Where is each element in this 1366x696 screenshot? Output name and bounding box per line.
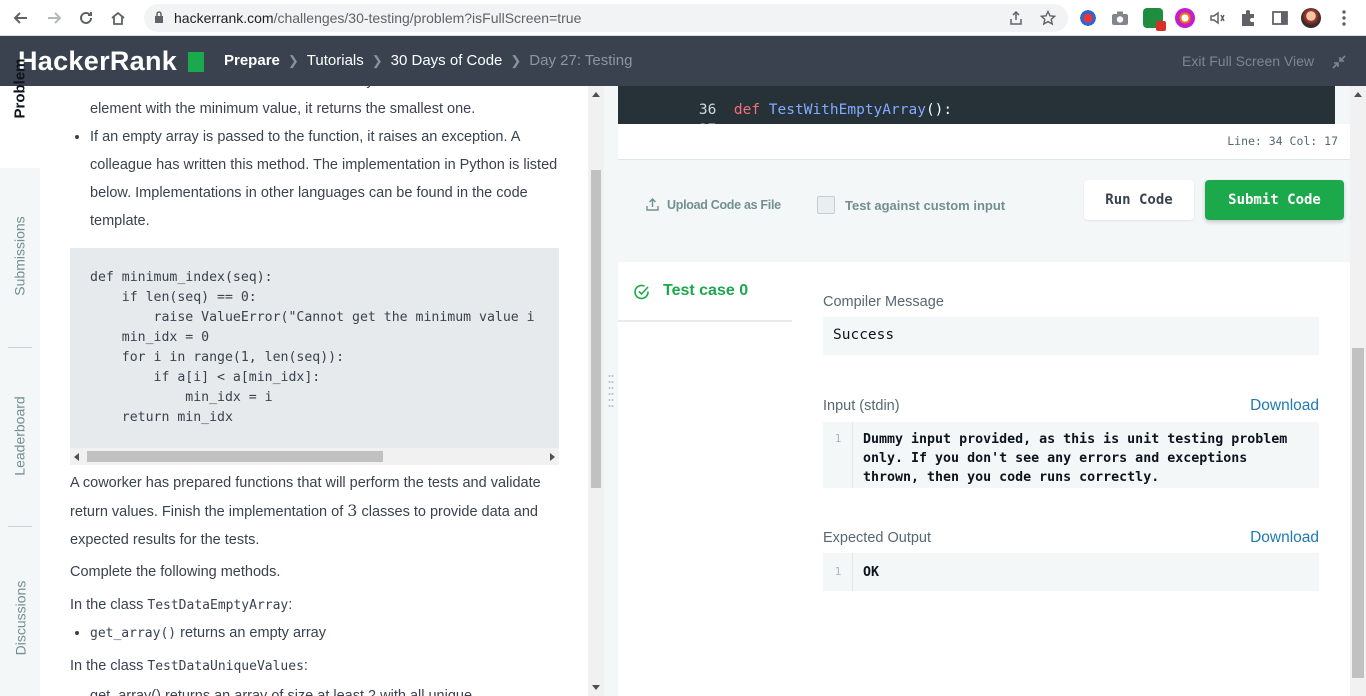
site-header: HackerRank Prepare ❯ Tutorials ❯ 30 Days…	[0, 36, 1366, 86]
bookmark-star-icon[interactable]	[1039, 9, 1057, 26]
camera-extension-icon[interactable]	[1110, 8, 1130, 28]
input-title: Input (stdin)	[823, 398, 900, 414]
tab-discussions[interactable]: Discussions	[0, 578, 40, 658]
tab-problem[interactable]: Problem	[0, 48, 40, 128]
cursor-position: Line: 34 Col: 17	[1227, 134, 1338, 148]
collapse-icon[interactable]	[1331, 54, 1347, 70]
more-menu-icon[interactable]	[1334, 8, 1354, 28]
back-icon[interactable]	[9, 6, 33, 30]
crumb-current: Day 27: Testing	[529, 52, 633, 69]
upload-icon[interactable]	[646, 198, 659, 211]
side-panel-icon[interactable]	[1270, 8, 1290, 28]
exit-fullscreen-link[interactable]: Exit Full Screen View	[1182, 53, 1314, 69]
results-scrollbar[interactable]	[1350, 86, 1366, 696]
line-number: 1	[834, 565, 842, 578]
input-text: Dummy input provided, as this is unit te…	[863, 432, 1288, 485]
scroll-up-icon[interactable]	[592, 92, 600, 97]
submit-code-button[interactable]: Submit Code	[1205, 180, 1344, 220]
editor-line[interactable]: 37 try:	[618, 106, 804, 124]
expected-output-box: 1 OK	[823, 553, 1319, 591]
extension-icon[interactable]	[1078, 8, 1098, 28]
crumb-30-days[interactable]: 30 Days of Code	[391, 52, 503, 69]
problem-statement: element with the minimum value in the ar…	[40, 86, 588, 696]
crumb-prepare[interactable]: Prepare	[224, 52, 280, 69]
scroll-left-icon[interactable]	[74, 453, 79, 461]
compiler-message-box: Success	[823, 317, 1319, 355]
divider	[8, 526, 32, 527]
scrollbar-thumb[interactable]	[591, 170, 601, 488]
horizontal-scrollbar[interactable]	[70, 448, 559, 465]
reload-icon[interactable]	[74, 6, 98, 30]
problem-scrollbar[interactable]	[588, 86, 604, 696]
url-text: hackerrank.com/challenges/30-testing/pro…	[174, 10, 582, 26]
line-number: 1	[834, 432, 842, 445]
breadcrumb: Prepare ❯ Tutorials ❯ 30 Days of Code ❯ …	[224, 52, 632, 69]
check-circle-icon	[634, 284, 649, 300]
side-tabs: Problem Submissions Leaderboard Discussi…	[0, 58, 40, 696]
drag-handle-icon[interactable]	[608, 374, 614, 408]
editor-line[interactable]: 36 def TestWithEmptyArray():	[618, 86, 952, 118]
bullet-get-array-empty: get_array() returns an empty array	[90, 619, 560, 648]
chevron-right-icon: ❯	[287, 52, 299, 68]
chevron-right-icon: ❯	[371, 52, 383, 68]
expected-output-text: OK	[863, 565, 880, 580]
bullet-empty-array: If an empty array is passed to the funct…	[90, 123, 560, 235]
scroll-up-icon[interactable]	[1354, 92, 1362, 97]
compiler-message-text: Success	[833, 327, 895, 343]
cut-top-line: element with the minimum value in the ar…	[90, 86, 570, 95]
custom-input-label[interactable]: Test against custom input	[845, 198, 1005, 213]
run-code-button[interactable]: Run Code	[1084, 180, 1194, 220]
cut-bottom-line: get_array() returns an array of size at …	[90, 688, 473, 696]
test-case-label: Test case 0	[663, 282, 749, 299]
scrollbar-thumb[interactable]	[1352, 348, 1364, 678]
expected-output-title: Expected Output	[823, 530, 932, 546]
code-snippet: def minimum_index(seq): if len(seq) == 0…	[70, 248, 559, 465]
audio-extension-icon[interactable]	[1207, 8, 1227, 28]
lock-icon	[155, 11, 163, 23]
code-text: def minimum_index(seq): if len(seq) == 0…	[90, 270, 535, 425]
upload-code-button[interactable]: Upload Code as File	[667, 198, 781, 212]
input-download-link[interactable]: Download	[1250, 397, 1319, 415]
paragraph-coworker: A coworker has prepared functions that w…	[70, 475, 541, 548]
tab-test-case-0[interactable]: Test case 0	[618, 262, 792, 322]
browser-toolbar: hackerrank.com/challenges/30-testing/pro…	[0, 0, 1366, 36]
logo-mark	[188, 52, 204, 72]
puzzle-extensions-icon[interactable]	[1238, 8, 1258, 28]
code-editor[interactable]: 36 def TestWithEmptyArray(): 37 try:	[618, 86, 1335, 124]
scrollbar-thumb[interactable]	[87, 451, 383, 462]
crumb-tutorials[interactable]: Tutorials	[307, 52, 364, 69]
divider	[8, 347, 32, 348]
problem-pane: Problem Submissions Leaderboard Discussi…	[0, 58, 604, 696]
home-icon[interactable]	[106, 6, 130, 30]
share-icon[interactable]	[1008, 10, 1024, 26]
green-extension-icon[interactable]	[1143, 8, 1166, 31]
input-box: 1 Dummy input provided, as this is unit …	[823, 422, 1319, 488]
paragraph-class-empty: In the class TestDataEmptyArray:	[70, 597, 293, 613]
results-panel: Test case 0 Compiler Message Success Inp…	[618, 262, 1350, 696]
scroll-down-icon[interactable]	[592, 685, 600, 690]
hackerrank-logo[interactable]: HackerRank	[18, 46, 177, 77]
editor-status-bar: Line: 34 Col: 17	[618, 124, 1350, 160]
tab-leaderboard[interactable]: Leaderboard	[0, 396, 40, 476]
pane-splitter[interactable]	[604, 86, 618, 696]
custom-input-checkbox[interactable]	[817, 196, 835, 214]
bullet1-continued: element with the minimum value, it retur…	[90, 101, 476, 117]
scroll-right-icon[interactable]	[550, 453, 555, 461]
expected-download-link[interactable]: Download	[1250, 529, 1319, 547]
paragraph-complete: Complete the following methods.	[70, 564, 281, 580]
editor-pane: 36 def TestWithEmptyArray(): 37 try: Lin…	[618, 86, 1350, 696]
forward-icon[interactable]	[42, 6, 66, 30]
color-extension-icon[interactable]	[1175, 8, 1195, 28]
address-bar[interactable]: hackerrank.com/challenges/30-testing/pro…	[144, 4, 1068, 32]
compiler-message-title: Compiler Message	[823, 294, 944, 310]
profile-avatar[interactable]	[1301, 8, 1321, 28]
tab-submissions[interactable]: Submissions	[0, 216, 40, 296]
chevron-right-icon: ❯	[510, 52, 522, 68]
paragraph-class-unique: In the class TestDataUniqueValues:	[70, 658, 308, 674]
